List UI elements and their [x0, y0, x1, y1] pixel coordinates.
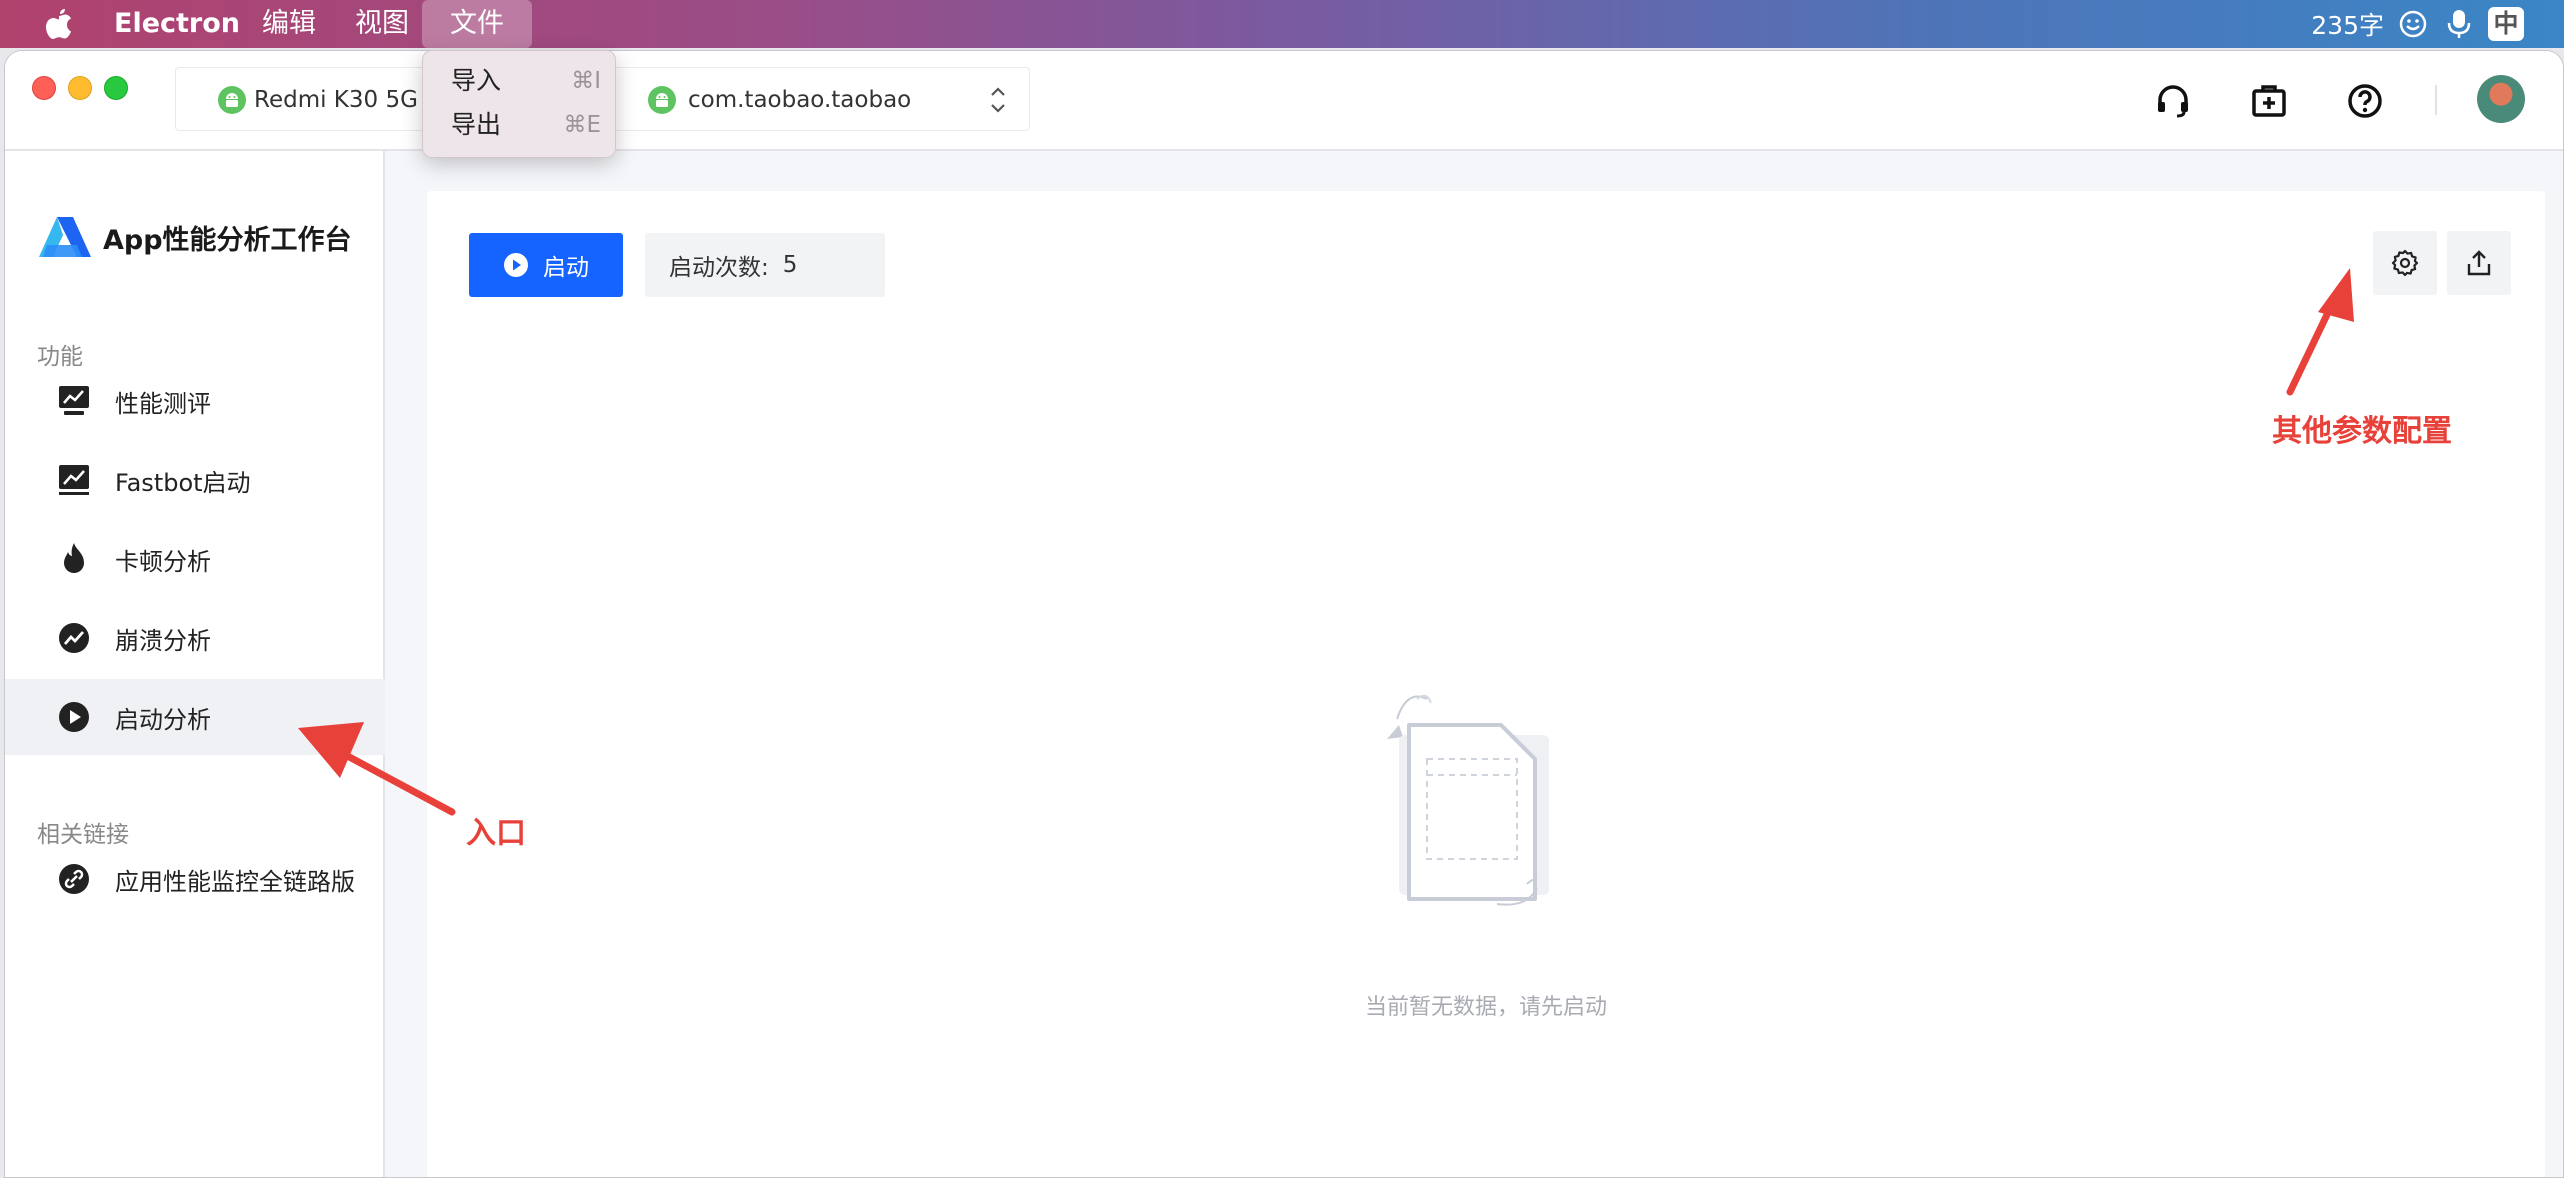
startup-analysis-panel: 启动 启动次数: 5 当前暂无数据，请先启动	[427, 191, 2545, 1177]
export-button[interactable]	[2447, 231, 2511, 295]
launch-count-value: 5	[782, 252, 798, 278]
app-window: Redmi K30 5G com.taobao.taobao App性能分析工作…	[4, 50, 2564, 1178]
flame-icon	[55, 540, 93, 578]
sidebar-item-jank[interactable]: 卡顿分析	[5, 521, 385, 597]
sidebar-link-apm[interactable]: 应用性能监控全链路版	[5, 841, 385, 917]
apple-logo-icon[interactable]	[42, 6, 76, 42]
sidebar-item-label: 崩溃分析	[115, 626, 211, 655]
user-avatar[interactable]	[2477, 75, 2525, 123]
menu-view[interactable]: 视图	[355, 0, 409, 48]
title-bar: Redmi K30 5G com.taobao.taobao	[5, 51, 2563, 151]
sidebar: App性能分析工作台 功能 性能测评 Fastbot启动 卡顿分析 崩溃分析 启…	[5, 151, 385, 1177]
menu-edit[interactable]: 编辑	[262, 0, 316, 48]
sidebar-item-crash[interactable]: 崩溃分析	[5, 600, 385, 676]
menu-item-export[interactable]: 导出 ⌘E	[451, 105, 601, 145]
gear-icon	[2391, 249, 2419, 277]
menu-item-import[interactable]: 导入 ⌘I	[451, 61, 601, 101]
settings-button[interactable]	[2373, 231, 2437, 295]
word-count[interactable]: 235字	[2311, 6, 2384, 42]
menu-item-label: 导入	[451, 66, 502, 95]
sidebar-item-startup[interactable]: 启动分析	[5, 679, 385, 755]
play-circle-icon	[55, 698, 93, 736]
annotation-entry: 入口	[466, 816, 526, 851]
smiley-icon[interactable]	[2396, 7, 2430, 41]
help-icon[interactable]	[2345, 81, 2385, 121]
package-name: com.taobao.taobao	[688, 87, 912, 113]
file-menu-dropdown: 导入 ⌘I 导出 ⌘E	[422, 50, 616, 158]
app-menu-electron[interactable]: Electron	[114, 0, 240, 48]
close-window-button[interactable]	[32, 76, 56, 100]
empty-state-illustration	[1387, 694, 1549, 906]
link-icon	[55, 860, 93, 898]
minimize-window-button[interactable]	[68, 76, 92, 100]
launch-count-field[interactable]: 启动次数: 5	[645, 233, 885, 297]
empty-state-message: 当前暂无数据，请先启动	[1364, 995, 1607, 1020]
headset-support-icon[interactable]	[2153, 81, 2193, 121]
sidebar-item-label: 卡顿分析	[115, 547, 211, 576]
android-icon	[648, 86, 676, 114]
android-icon	[218, 86, 246, 114]
monitor-chart-icon	[55, 382, 93, 420]
menu-bar-tray: 235字 中	[2311, 0, 2524, 48]
app-title: App性能分析工作台	[103, 224, 352, 256]
sidebar-item-performance[interactable]: 性能测评	[5, 363, 385, 439]
zoom-window-button[interactable]	[104, 76, 128, 100]
brand: App性能分析工作台	[37, 215, 352, 259]
start-button[interactable]: 启动	[469, 233, 623, 297]
input-method-indicator[interactable]: 中	[2488, 7, 2524, 41]
updown-caret-icon[interactable]	[989, 83, 1007, 117]
sidebar-item-label: 性能测评	[115, 389, 211, 418]
annotation-settings: 其他参数配置	[2272, 414, 2452, 449]
launch-count-label: 启动次数:	[669, 255, 769, 281]
macos-menu-bar: Electron 编辑 视图 文件 235字 中	[0, 0, 2564, 48]
menu-item-label: 导出	[451, 110, 502, 139]
start-button-label: 启动	[543, 255, 589, 281]
share-upload-icon	[2467, 250, 2491, 276]
toolbar-divider	[2435, 85, 2437, 115]
microphone-icon[interactable]	[2442, 7, 2476, 41]
sidebar-item-label: 应用性能监控全链路版	[115, 867, 355, 896]
device-name: Redmi K30 5G	[254, 87, 418, 113]
sidebar-item-label: 启动分析	[115, 705, 211, 734]
app-logo-icon	[39, 217, 91, 257]
trend-chart-icon	[55, 461, 93, 499]
sidebar-item-label: Fastbot启动	[115, 468, 251, 497]
menu-item-shortcut: ⌘E	[563, 112, 601, 138]
sidebar-item-fastbot[interactable]: Fastbot启动	[5, 442, 385, 518]
play-icon	[504, 253, 528, 277]
menu-file[interactable]: 文件	[422, 0, 532, 48]
crash-chart-icon	[55, 619, 93, 657]
medical-kit-icon[interactable]	[2249, 81, 2289, 121]
menu-item-shortcut: ⌘I	[571, 68, 601, 94]
